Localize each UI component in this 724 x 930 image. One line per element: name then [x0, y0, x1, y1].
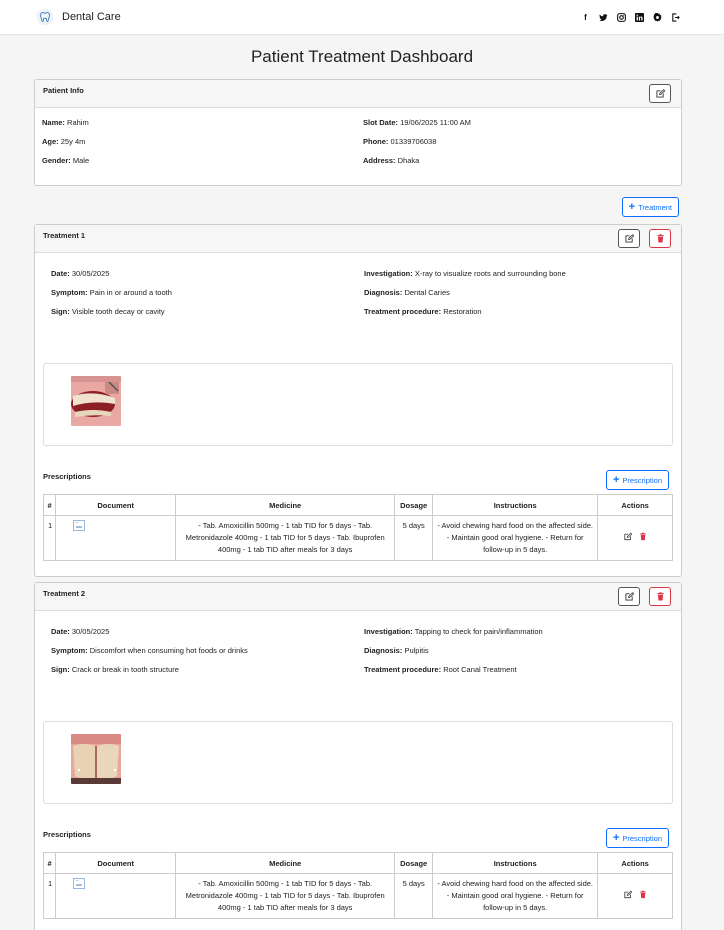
edit-prescription-icon[interactable] — [623, 532, 632, 541]
row-actions — [597, 515, 673, 561]
row-document — [55, 515, 177, 561]
patient-age: Age: 25y 4m — [42, 137, 86, 146]
navbar: Dental Care f — [0, 0, 724, 35]
edit-patient-button[interactable] — [649, 84, 671, 103]
facebook-icon[interactable]: f — [581, 13, 590, 22]
col-header-instructions: Instructions — [432, 852, 599, 874]
row-dosage: 5 days — [394, 873, 434, 919]
patient-phone: Phone: 01339706038 — [363, 137, 437, 146]
trash-icon — [656, 234, 664, 243]
treatment-header: Treatment 1 — [35, 225, 681, 253]
row-instructions: - Avoid chewing hard food on the affecte… — [432, 873, 599, 919]
col-header-medicine: Medicine — [175, 852, 396, 874]
instagram-icon[interactable] — [617, 12, 626, 22]
twitter-icon[interactable] — [599, 13, 608, 22]
table-row: 1 - Tab. Amoxicillin 500mg - 1 tab TID f… — [42, 515, 673, 561]
delete-treatment-button[interactable] — [649, 587, 671, 606]
patient-slot-date: Slot Date: 19/06/2025 11:00 AM — [363, 118, 471, 127]
treatment-image-gallery — [43, 363, 673, 446]
col-header-document: Document — [55, 852, 177, 874]
treatment-header: Treatment 2 — [35, 583, 681, 611]
treatment-title: Treatment 2 — [43, 589, 86, 598]
prescriptions-title: Prescriptions — [43, 472, 91, 481]
trash-icon — [656, 592, 664, 601]
linkedin-icon[interactable] — [635, 12, 644, 22]
patient-info-card: Patient Info Name: Rahim Slot Date: 19/0… — [34, 79, 682, 186]
add-treatment-button[interactable]: + Treatment — [621, 197, 679, 217]
delete-prescription-icon[interactable] — [639, 532, 647, 541]
add-prescription-button[interactable]: + Prescription — [605, 828, 669, 848]
brand[interactable]: Dental Care — [36, 8, 121, 26]
patient-info-title: Patient Info — [43, 86, 84, 95]
treatment-symptom: Symptom: Pain in or around a tooth — [51, 288, 172, 297]
dental-photo-thumbnail[interactable] — [71, 734, 121, 784]
treatment-image-gallery — [43, 721, 673, 804]
col-header-actions: Actions — [597, 494, 673, 516]
add-prescription-button[interactable]: + Prescription — [605, 470, 669, 490]
treatment-symptom: Symptom: Discomfort when consuming hot f… — [51, 646, 248, 655]
col-header-num: # — [42, 494, 57, 516]
col-header-num: # — [42, 852, 57, 874]
navbar-icons: f — [581, 12, 680, 22]
treatment-investigation: Investigation: X-ray to visualize roots … — [364, 269, 566, 278]
patient-gender: Gender: Male — [42, 156, 90, 165]
plus-icon: + — [612, 831, 620, 844]
plus-icon: + — [612, 473, 620, 486]
treatment-date: Date: 30/05/2025 — [51, 269, 110, 278]
treatment-date: Date: 30/05/2025 — [51, 627, 110, 636]
treatment-card: Treatment 1 Date: 30/05/2025 Investigati… — [34, 224, 682, 577]
row-medicine: - Tab. Amoxicillin 500mg - 1 tab TID for… — [175, 873, 396, 919]
row-num: 1 — [42, 873, 57, 919]
col-header-dosage: Dosage — [394, 852, 434, 874]
edit-treatment-button[interactable] — [618, 229, 640, 248]
gear-icon[interactable] — [653, 12, 662, 22]
document-icon[interactable] — [73, 520, 86, 531]
treatment-diagnosis: Diagnosis: Dental Caries — [364, 288, 450, 297]
treatment-procedure: Treatment procedure: Restoration — [364, 307, 482, 316]
treatment-sign: Sign: Visible tooth decay or cavity — [51, 307, 165, 316]
dental-photo-thumbnail[interactable] — [71, 376, 121, 426]
prescriptions-table: # Document Medicine Dosage Instructions … — [42, 852, 673, 919]
col-header-actions: Actions — [597, 852, 673, 874]
patient-name: Name: Rahim — [42, 118, 89, 127]
plus-icon: + — [628, 200, 636, 213]
patient-address: Address: Dhaka — [363, 156, 420, 165]
edit-icon — [655, 89, 665, 98]
edit-prescription-icon[interactable] — [623, 890, 632, 899]
delete-prescription-icon[interactable] — [639, 890, 647, 899]
treatment-title: Treatment 1 — [43, 231, 86, 240]
document-icon[interactable] — [73, 878, 86, 889]
row-medicine: - Tab. Amoxicillin 500mg - 1 tab TID for… — [175, 515, 396, 561]
tooth-logo-icon — [36, 8, 54, 26]
edit-treatment-button[interactable] — [618, 587, 640, 606]
treatment-diagnosis: Diagnosis: Pulpitis — [364, 646, 429, 655]
treatment-sign: Sign: Crack or break in tooth structure — [51, 665, 179, 674]
col-header-medicine: Medicine — [175, 494, 396, 516]
col-header-dosage: Dosage — [394, 494, 434, 516]
prescriptions-title: Prescriptions — [43, 830, 91, 839]
edit-icon — [624, 592, 634, 601]
col-header-document: Document — [55, 494, 177, 516]
table-row: 1 - Tab. Amoxicillin 500mg - 1 tab TID f… — [42, 873, 673, 919]
treatment-investigation: Investigation: Tapping to check for pain… — [364, 627, 543, 636]
row-actions — [597, 873, 673, 919]
treatment-card: Treatment 2 Date: 30/05/2025 Investigati… — [34, 582, 682, 930]
row-dosage: 5 days — [394, 515, 434, 561]
row-num: 1 — [42, 515, 57, 561]
edit-icon — [624, 234, 634, 243]
delete-treatment-button[interactable] — [649, 229, 671, 248]
brand-name: Dental Care — [62, 11, 121, 23]
treatment-procedure: Treatment procedure: Root Canal Treatmen… — [364, 665, 517, 674]
row-instructions: - Avoid chewing hard food on the affecte… — [432, 515, 599, 561]
logout-icon[interactable] — [671, 12, 680, 22]
patient-info-header: Patient Info — [35, 80, 681, 108]
prescriptions-table: # Document Medicine Dosage Instructions … — [42, 494, 673, 561]
page-title: Patient Treatment Dashboard — [250, 47, 474, 66]
col-header-instructions: Instructions — [432, 494, 599, 516]
row-document — [55, 873, 177, 919]
